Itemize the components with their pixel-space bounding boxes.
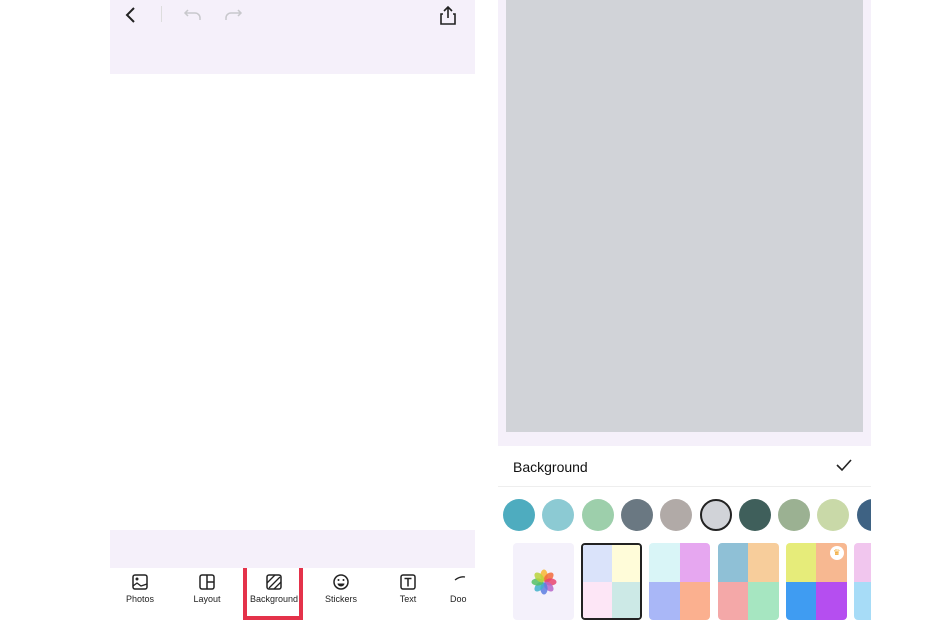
- thumb-quadrant: [785, 543, 817, 582]
- thumb-quadrant: [816, 581, 847, 620]
- doodle-icon: [454, 576, 466, 581]
- background-thumb-holographic[interactable]: ♛: [785, 543, 847, 620]
- color-swatch[interactable]: [699, 499, 732, 531]
- thumb-quadrant: [649, 581, 680, 620]
- thumb-quadrant: [854, 543, 871, 582]
- color-swatch[interactable]: [620, 499, 653, 531]
- background-thumb-pastel-blocks[interactable]: [581, 543, 643, 620]
- thumb-quadrant: [748, 543, 779, 582]
- thumb-quadrant: [717, 543, 749, 582]
- background-thumb-clouds[interactable]: [854, 543, 871, 620]
- redo-icon[interactable]: [222, 4, 244, 26]
- photo-icon: [132, 574, 148, 590]
- photos-app-icon: [531, 569, 556, 594]
- tool-stickers[interactable]: Stickers: [308, 574, 374, 604]
- tool-photos[interactable]: Photos: [110, 574, 173, 604]
- background-thumb-gradients[interactable]: [649, 543, 711, 620]
- highlight-box: [243, 568, 303, 620]
- tool-text[interactable]: Text: [375, 574, 441, 604]
- divider: [498, 486, 871, 487]
- panel-title: Background: [513, 459, 588, 475]
- layout-icon: [199, 574, 215, 590]
- sticker-icon: [333, 574, 349, 590]
- background-thumb-photo-library[interactable]: [513, 543, 574, 620]
- color-swatch[interactable]: [581, 499, 614, 531]
- color-swatch[interactable]: [503, 499, 535, 531]
- color-swatch[interactable]: [778, 499, 811, 531]
- thumb-quadrant: [611, 545, 641, 582]
- thumb-quadrant: [583, 581, 612, 618]
- share-icon[interactable]: [437, 3, 459, 27]
- canvas-bottom-band: [110, 530, 475, 568]
- background-thumb-grid-paper[interactable]: [717, 543, 779, 620]
- thumb-quadrant: [679, 543, 711, 582]
- bottom-toolbar: Photos Layout Background Stickers Text D…: [110, 568, 475, 624]
- thumb-quadrant: [854, 581, 871, 620]
- thumb-quadrant: [748, 581, 779, 620]
- undo-icon[interactable]: [182, 4, 204, 26]
- top-bar: [110, 0, 475, 74]
- confirm-check-icon[interactable]: [835, 458, 853, 477]
- text-icon: [400, 574, 416, 590]
- tool-doodle[interactable]: Doo: [442, 574, 475, 604]
- thumb-quadrant: [785, 581, 817, 620]
- thumb-quadrant: [717, 581, 749, 620]
- premium-crown-icon: ♛: [829, 546, 844, 560]
- color-swatch[interactable]: [856, 499, 871, 531]
- thumb-quadrant: [583, 545, 612, 582]
- color-swatch[interactable]: [542, 499, 575, 531]
- color-swatch[interactable]: [660, 499, 693, 531]
- color-swatch[interactable]: [738, 499, 771, 531]
- background-screen: Background ♛: [498, 0, 871, 624]
- editor-screen: Photos Layout Background Stickers Text D…: [110, 0, 475, 624]
- divider: [161, 6, 162, 22]
- tool-layout[interactable]: Layout: [174, 574, 240, 604]
- back-icon[interactable]: [120, 4, 140, 26]
- thumb-quadrant: [611, 581, 641, 618]
- thumb-quadrant: [679, 581, 711, 620]
- collage-canvas: [506, 0, 863, 432]
- thumb-quadrant: [649, 543, 680, 582]
- background-panel: Background ♛: [498, 446, 871, 624]
- color-swatch[interactable]: [817, 499, 850, 531]
